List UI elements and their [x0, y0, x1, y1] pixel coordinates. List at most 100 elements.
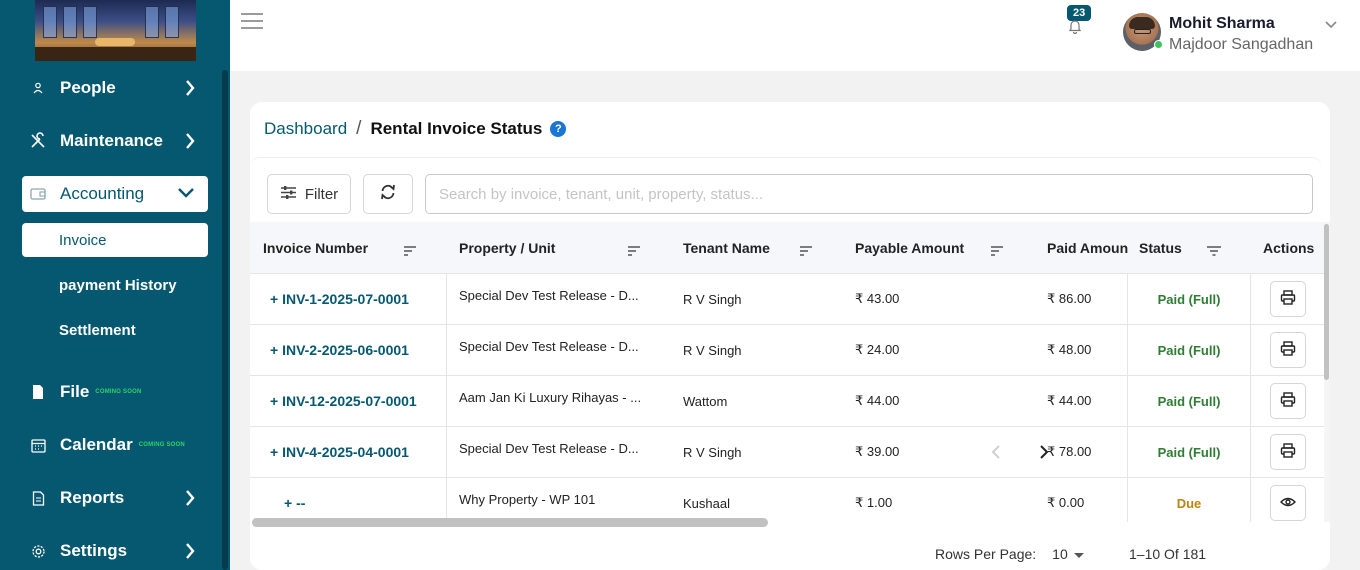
- horizontal-scrollbar[interactable]: [252, 518, 768, 527]
- table-row[interactable]: + INV-2-2025-06-0001 Special Dev Test Re…: [250, 325, 1324, 376]
- table-row[interactable]: + INV-4-2025-04-0001 Special Dev Test Re…: [250, 427, 1324, 478]
- refresh-icon: [379, 183, 397, 206]
- invoice-number-link[interactable]: + INV-4-2025-04-0001: [250, 427, 447, 477]
- filter-label: Filter: [304, 185, 339, 203]
- status-badge: Paid (Full): [1127, 325, 1251, 375]
- help-icon[interactable]: ?: [550, 121, 567, 137]
- rows-per-page-select[interactable]: 10: [1052, 546, 1084, 562]
- actions-cell: [1251, 376, 1324, 426]
- search-input[interactable]: [425, 174, 1313, 214]
- coming-soon-badge: COMING SOON: [138, 442, 185, 448]
- bell-icon[interactable]: [1068, 18, 1082, 39]
- status-badge: Due: [1127, 478, 1251, 522]
- chevron-right-icon: [184, 541, 196, 566]
- pagination: Rows Per Page: 10 1–10 Of 181: [935, 546, 1206, 562]
- table-row[interactable]: + INV-12-2025-07-0001 Aam Jan Ki Luxury …: [250, 376, 1324, 427]
- payable-amount-cell: ₹ 43.00: [855, 291, 900, 306]
- menu-toggle-icon[interactable]: [241, 13, 263, 31]
- column-header-status[interactable]: Status: [1139, 222, 1182, 274]
- table-header: Invoice Number Property / Unit Tenant Na…: [250, 222, 1324, 274]
- property-unit-cell: Aam Jan Ki Luxury Rihayas - ...: [459, 390, 642, 405]
- breadcrumb: Dashboard / Rental Invoice Status ?: [264, 118, 567, 140]
- invoice-number-link[interactable]: + --: [250, 478, 447, 522]
- sidebar-item-label: Accounting: [60, 184, 145, 203]
- sidebar-item-settings[interactable]: Settings: [22, 533, 208, 569]
- sort-icon[interactable]: [800, 243, 812, 261]
- chevron-right-icon: [184, 131, 196, 156]
- refresh-button[interactable]: [363, 174, 413, 214]
- invoice-number-link[interactable]: + INV-1-2025-07-0001: [250, 274, 447, 324]
- table-row[interactable]: + -- Why Property - WP 101 Kushaal ₹ 1.0…: [250, 478, 1324, 522]
- status-badge: Paid (Full): [1127, 427, 1251, 477]
- print-button[interactable]: [1270, 383, 1306, 419]
- sort-icon[interactable]: [404, 243, 416, 261]
- breadcrumb-separator: /: [356, 118, 362, 139]
- person-icon: [22, 81, 54, 95]
- property-unit-cell: Why Property - WP 101: [459, 492, 596, 507]
- column-header-property-unit[interactable]: Property / Unit: [459, 222, 555, 274]
- tenant-name-cell: R V Singh: [683, 291, 742, 307]
- column-header-payable-amount[interactable]: Payable Amount: [855, 222, 964, 274]
- status-badge: Paid (Full): [1127, 376, 1251, 426]
- paid-amount-cell: ₹ 0.00: [1047, 495, 1085, 510]
- property-unit-cell: Special Dev Test Release - D...: [459, 441, 639, 456]
- next-page-button[interactable]: [1039, 444, 1049, 465]
- chevron-down-icon[interactable]: [1324, 17, 1338, 35]
- invoice-panel: Filter Invoice Number Property / Unit Te…: [250, 157, 1330, 570]
- paid-amount-cell: ₹ 48.00: [1047, 342, 1092, 357]
- vertical-scrollbar[interactable]: [1324, 224, 1329, 380]
- status-badge: Paid (Full): [1127, 274, 1251, 324]
- view-button[interactable]: [1270, 485, 1306, 521]
- tenant-name-cell: R V Singh: [683, 444, 742, 460]
- sidebar-item-maintenance[interactable]: Maintenance: [22, 123, 208, 159]
- invoice-number-link[interactable]: + INV-2-2025-06-0001: [250, 325, 447, 375]
- rows-per-page-label: Rows Per Page:: [935, 546, 1037, 562]
- sliders-icon: [280, 185, 297, 204]
- pagination-range: 1–10 Of 181: [1129, 546, 1207, 562]
- filter-funnel-icon[interactable]: [1207, 243, 1221, 261]
- column-header-actions: Actions: [1263, 240, 1315, 256]
- previous-page-button[interactable]: [991, 444, 1001, 465]
- table-row[interactable]: + INV-1-2025-07-0001 Special Dev Test Re…: [250, 274, 1324, 325]
- print-button[interactable]: [1270, 434, 1306, 470]
- payable-amount-cell: ₹ 44.00: [855, 393, 900, 408]
- sidebar-item-file[interactable]: File COMING SOON: [22, 374, 208, 410]
- printer-icon: [1280, 341, 1296, 359]
- sort-icon[interactable]: [991, 243, 1003, 261]
- chevron-right-icon: [184, 78, 196, 103]
- caret-down-icon: [1073, 546, 1084, 562]
- actions-cell: [1251, 427, 1324, 477]
- paid-amount-cell: ₹ 86.00: [1047, 291, 1092, 306]
- sidebar-item-label: Calendar: [60, 435, 133, 454]
- sidebar-item-calendar[interactable]: Calendar COMING SOON: [22, 427, 208, 463]
- actions-cell: [1251, 274, 1324, 324]
- actions-cell: [1251, 478, 1324, 522]
- user-name[interactable]: Mohit Sharma: [1169, 15, 1275, 33]
- sidebar-item-people[interactable]: People: [22, 70, 208, 106]
- sidebar-item-reports[interactable]: Reports: [22, 480, 208, 516]
- sidebar-scrollbar[interactable]: [222, 70, 228, 570]
- printer-icon: [1280, 443, 1296, 461]
- payable-amount-cell: ₹ 39.00: [855, 444, 900, 459]
- wallet-icon: [22, 187, 54, 201]
- sidebar-subitem-payment-history[interactable]: payment History: [22, 268, 208, 302]
- tenant-name-cell: Wattom: [683, 393, 728, 409]
- print-button[interactable]: [1270, 281, 1306, 317]
- print-button[interactable]: [1270, 332, 1306, 368]
- column-header-invoice-number[interactable]: Invoice Number: [263, 222, 368, 274]
- column-header-tenant-name[interactable]: Tenant Name: [683, 222, 770, 274]
- tools-icon: [22, 132, 54, 150]
- coming-soon-badge: COMING SOON: [95, 389, 142, 395]
- column-header-paid-amount[interactable]: Paid Amoun: [1047, 222, 1128, 274]
- breadcrumb-dashboard-link[interactable]: Dashboard: [264, 119, 347, 139]
- property-unit-cell: Special Dev Test Release - D...: [459, 339, 639, 354]
- invoice-number-link[interactable]: + INV-12-2025-07-0001: [250, 376, 447, 426]
- sidebar-item-accounting[interactable]: Accounting: [22, 176, 208, 212]
- sidebar-subitem-settlement[interactable]: Settlement: [22, 313, 208, 347]
- user-organization: Majdoor Sangadhan: [1169, 36, 1314, 53]
- payable-amount-cell: ₹ 1.00: [855, 495, 893, 510]
- tenant-name-cell: R V Singh: [683, 342, 742, 358]
- filter-button[interactable]: Filter: [267, 174, 351, 214]
- sidebar-subitem-invoice[interactable]: Invoice: [22, 223, 208, 257]
- sort-icon[interactable]: [628, 243, 640, 261]
